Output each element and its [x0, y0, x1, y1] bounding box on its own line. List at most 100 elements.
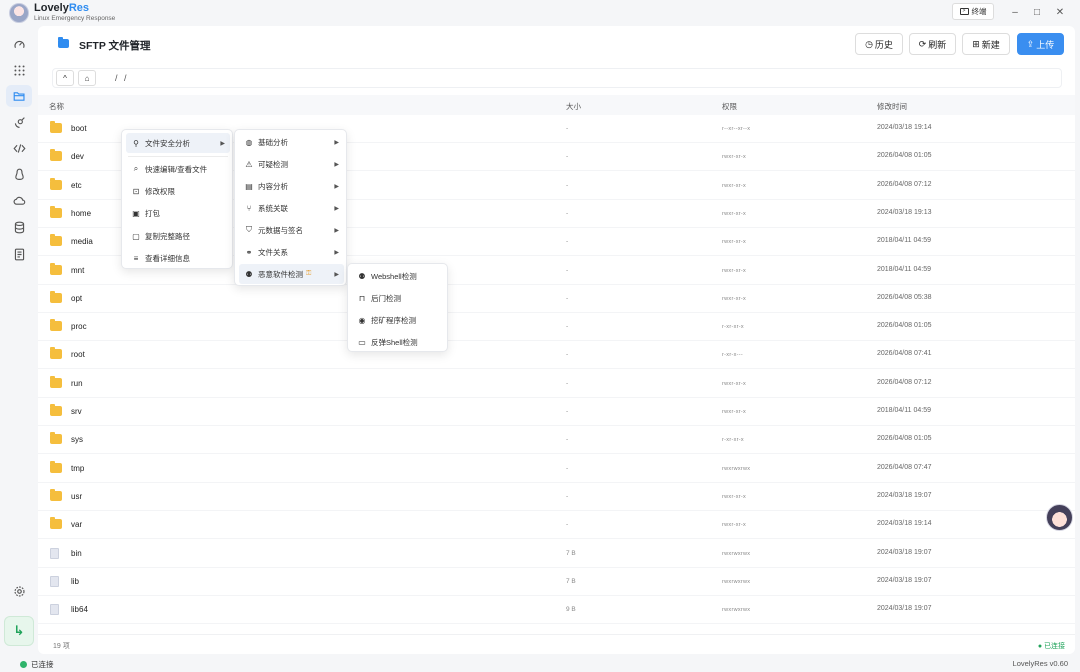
column-size[interactable]: 大小 [566, 101, 581, 112]
table-header: 名称 大小 权限 修改时间 [38, 95, 1075, 115]
menu-item-modify-perms[interactable]: ⊡ 修改权限 [126, 181, 230, 201]
sidebar-item-logs[interactable] [6, 243, 32, 265]
file-name[interactable]: boot [71, 124, 87, 133]
sidebar-item-network[interactable] [6, 111, 32, 133]
table-row[interactable]: var - rwxr-xr-x 2024/03/18 19:14 [38, 511, 1075, 540]
go-up-button[interactable]: ^ [56, 70, 74, 86]
home-button[interactable]: ⌂ [78, 70, 96, 86]
file-name[interactable]: opt [71, 294, 82, 303]
file-name[interactable]: bin [71, 549, 82, 558]
refresh-button[interactable]: ⟳ 刷新 [909, 33, 956, 55]
menu-item-label: 打包 [145, 208, 160, 218]
file-mtime: 2026/04/08 07:12 [877, 378, 932, 386]
link-icon: ⚭ [245, 247, 253, 257]
lock-badge-icon: ⚿ [306, 270, 312, 277]
menu-item-copy-path[interactable]: ▢ 复制完整路径 [126, 226, 230, 246]
file-name[interactable]: proc [71, 322, 87, 331]
upload-button[interactable]: ⇪ 上传 [1017, 33, 1064, 55]
chevron-right-icon: ▶ [334, 227, 339, 234]
assistant-avatar[interactable] [1046, 504, 1073, 531]
sidebar-item-database[interactable] [6, 216, 32, 238]
menu-item-quick-edit[interactable]: ⌕ 快速编辑/查看文件 [126, 159, 230, 179]
menu-item-metadata[interactable]: ⛉ 元数据与签名 ▶ [239, 220, 344, 240]
column-mtime[interactable]: 修改时间 [877, 101, 907, 112]
menu-item-label: 基础分析 [258, 137, 288, 147]
menu-item-content-analysis[interactable]: ▤ 内容分析 ▶ [239, 176, 344, 196]
grid-icon [13, 64, 25, 76]
sidebar-item-files[interactable] [6, 85, 32, 107]
table-row[interactable]: root - r-xr-x--- 2026/04/08 07:41 [38, 341, 1075, 370]
file-name[interactable]: root [71, 350, 85, 359]
menu-item-security-analysis[interactable]: ⚲ 文件安全分析 ▶ [126, 133, 230, 153]
file-name[interactable]: etc [71, 181, 82, 190]
close-button[interactable]: ✕ [1050, 4, 1070, 20]
file-name[interactable]: lib64 [71, 605, 88, 614]
table-row[interactable]: usr - rwxr-xr-x 2024/03/18 19:07 [38, 483, 1075, 511]
sidebar-item-apps[interactable] [6, 59, 32, 81]
sidebar-item-settings[interactable] [6, 580, 32, 602]
file-name[interactable]: tmp [71, 464, 84, 473]
sidebar-item-cloud[interactable] [6, 189, 32, 211]
menu-item-file-relation[interactable]: ⚭ 文件关系 ▶ [239, 242, 344, 262]
file-mtime: 2024/03/18 19:14 [877, 124, 932, 131]
column-name[interactable]: 名称 [49, 101, 64, 112]
app-logo-icon [9, 3, 29, 23]
file-mtime: 2024/03/18 19:13 [877, 208, 932, 216]
sidebar-item-code[interactable] [6, 137, 32, 159]
table-row[interactable]: proc - r-xr-xr-x 2026/04/08 01:05 [38, 313, 1075, 342]
status-bar: 已连接 LovelyRes v0.60 [0, 654, 1080, 672]
menu-item-system-relation[interactable]: ⑂ 系统关联 ▶ [239, 198, 344, 218]
menu-item-view-details[interactable]: ≡ 查看详细信息 [126, 248, 230, 268]
history-button[interactable]: ◷ 历史 [855, 33, 903, 55]
file-name[interactable]: usr [71, 492, 82, 501]
table-row[interactable]: tmp - rwxrwxrwx 2026/04/08 07:47 [38, 455, 1075, 483]
menu-item-label: 挖矿程序检测 [371, 315, 416, 325]
file-name[interactable]: home [71, 209, 91, 218]
column-perms[interactable]: 权限 [722, 101, 737, 112]
file-name[interactable]: dev [71, 152, 84, 161]
table-row[interactable]: sys - r-xr-xr-x 2026/04/08 01:05 [38, 426, 1075, 455]
menu-item-reverse-shell[interactable]: ▭ 反弹Shell检测 [352, 332, 445, 352]
menu-item-webshell[interactable]: ⚉ Webshell检测 [352, 266, 445, 286]
folder-icon [50, 375, 62, 388]
magnifier-icon: ⌕ [133, 164, 139, 173]
menu-item-malware[interactable]: ⚉ 恶意软件检测 ⚿ ▶ [239, 264, 344, 284]
file-name[interactable]: run [71, 379, 83, 388]
menu-item-pack[interactable]: ▣ 打包 [126, 203, 230, 223]
sidebar-item-linux[interactable] [6, 163, 32, 185]
maximize-button[interactable]: □ [1027, 4, 1047, 20]
minimize-button[interactable]: – [1005, 4, 1025, 20]
new-button[interactable]: ⊞ 新建 [962, 33, 1010, 55]
menu-item-suspicious[interactable]: ⚠ 可疑检测 ▶ [239, 154, 344, 174]
file-name[interactable]: mnt [71, 266, 84, 275]
file-name[interactable]: sys [71, 435, 83, 444]
sidebar: ↳ [0, 26, 38, 654]
table-row[interactable]: bin 7 B rwxrwxrwx 2024/03/18 19:07 [38, 540, 1075, 568]
file-name[interactable]: srv [71, 407, 82, 416]
current-path[interactable]: / / [115, 73, 129, 83]
table-row[interactable]: opt - rwxr-xr-x 2026/04/08 05:38 [38, 285, 1075, 313]
menu-item-miner[interactable]: ◉ 挖矿程序检测 [352, 310, 445, 330]
terminal-button[interactable]: > 终端 [952, 3, 994, 20]
table-row[interactable]: run - rwxr-xr-x 2026/04/08 07:12 [38, 370, 1075, 398]
globe-icon: ◍ [245, 137, 253, 147]
menu-item-backdoor[interactable]: ⊓ 后门检测 [352, 288, 445, 308]
file-perms: rwxr-xr-x [722, 295, 747, 302]
table-row[interactable]: srv - rwxr-xr-x 2018/04/11 04:59 [38, 398, 1075, 426]
file-name[interactable]: lib [71, 577, 79, 586]
app-version: LovelyRes v0.60 [1012, 659, 1068, 668]
folder-icon [50, 262, 62, 275]
sidebar-item-dashboard[interactable] [6, 33, 32, 55]
connection-status-button[interactable]: ↳ [4, 616, 34, 646]
file-name[interactable]: var [71, 520, 82, 529]
shield-icon: ⛉ [246, 225, 252, 234]
file-name[interactable]: media [71, 237, 93, 246]
file-icon [50, 575, 59, 587]
code-icon [12, 143, 26, 153]
folder-icon [50, 121, 62, 133]
table-row[interactable]: lib64 9 B rwxrwxrwx 2024/03/18 19:07 [38, 596, 1075, 625]
file-perms: rwxr-xr-x [722, 239, 747, 246]
table-row[interactable]: lib 7 B rwxrwxrwx 2024/03/18 19:07 [38, 568, 1075, 596]
menu-item-basic-analysis[interactable]: ◍ 基础分析 ▶ [239, 132, 344, 152]
history-label: 历史 [874, 39, 893, 50]
